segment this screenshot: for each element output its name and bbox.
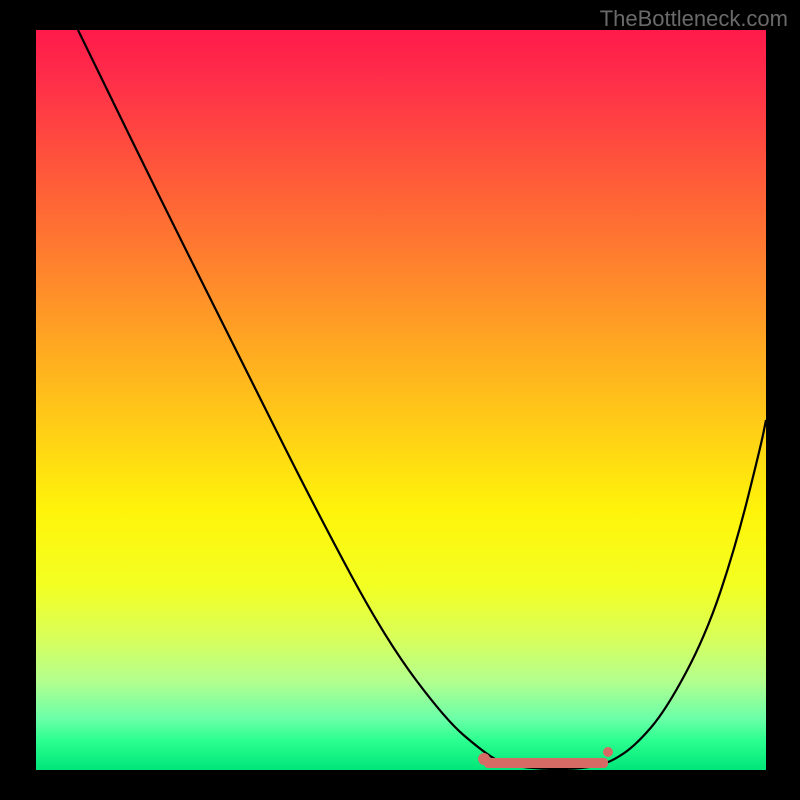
curve-svg [36, 30, 766, 770]
sweet-spot-dot-right [603, 747, 613, 757]
sweet-spot-bar [484, 758, 608, 768]
sweet-spot-dot-left [478, 753, 490, 765]
bottleneck-curve [78, 30, 766, 769]
watermark-text: TheBottleneck.com [600, 6, 788, 32]
chart-area [36, 30, 766, 770]
